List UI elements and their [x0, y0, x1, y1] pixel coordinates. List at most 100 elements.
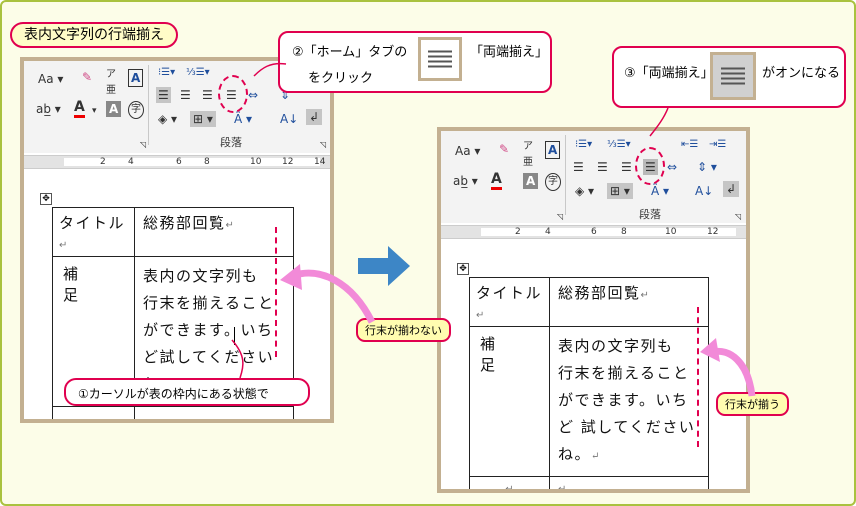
distributed-icon[interactable]: ⇔ — [667, 159, 677, 175]
step2-callout: ②「ホーム」タブの 「両端揃え」 をクリック — [278, 31, 552, 93]
table-cell[interactable]: 総務部回覧↵ — [134, 207, 294, 257]
borders-icon[interactable]: ⊞ ▾ — [190, 111, 216, 127]
align-left-icon[interactable]: ☰ — [573, 159, 584, 175]
table-cell[interactable]: 表内の文字列も 行末を揃えること ができます。いち ど 試してください ね。↵ — [549, 326, 709, 477]
asian-layout-icon[interactable]: Ä ▾ — [234, 111, 252, 127]
sort-icon[interactable]: A↓ — [280, 111, 298, 127]
enclosed-character-icon[interactable]: 字 — [128, 101, 144, 119]
ruler-number: 6 — [176, 157, 182, 167]
before-screenshot: Aa ▾ ✎ ア亜 A ab̲ ▾ A ▾ A 字 ⁝☰▾ ⅓☰▾ ☰ ☰ ☰ … — [20, 57, 334, 423]
font-color-icon[interactable]: A — [491, 171, 502, 190]
borders-icon[interactable]: ⊞ ▾ — [607, 183, 633, 199]
align-center-icon[interactable]: ☰ — [180, 87, 191, 103]
table-cell[interactable]: 補 足 — [469, 326, 550, 477]
justify-highlight-circle — [218, 75, 248, 113]
highlight-icon[interactable]: ab̲ ▾ — [36, 101, 61, 117]
body-line: 表内の文字列も — [143, 267, 259, 285]
show-marks-icon[interactable]: ↲ — [306, 109, 323, 125]
phonetic-guide-icon[interactable]: ア亜 — [523, 139, 533, 171]
font-size-dropdown[interactable]: Aa ▾ — [38, 71, 63, 87]
aligned-edge-dashed-line — [697, 307, 699, 447]
numbering-icon[interactable]: ⅓☰▾ — [186, 65, 210, 81]
table-row: 補 足 表内の文字列も 行末を揃えること ができます。いち ど 試してください … — [469, 326, 709, 477]
table-row: タイトル↵ 総務部回覧↵ — [469, 277, 709, 327]
bullets-icon[interactable]: ⁝☰▾ — [158, 65, 175, 81]
table-cell[interactable]: タイトル↵ — [52, 207, 135, 257]
increase-indent-icon[interactable]: ⇥☰ — [709, 137, 726, 153]
align-left-icon[interactable]: ☰ — [156, 87, 171, 103]
phonetic-guide-icon[interactable]: ア亜 — [106, 67, 116, 99]
align-right-icon[interactable]: ☰ — [202, 87, 213, 103]
table-cell[interactable] — [134, 406, 294, 419]
step2-suffix: 「両端揃え」 — [470, 45, 549, 60]
distributed-icon[interactable]: ⇔ — [248, 87, 258, 103]
table-cell[interactable]: ↵ — [549, 476, 709, 489]
clear-format-icon[interactable]: ✎ — [499, 141, 509, 157]
character-shading-icon[interactable]: A — [106, 101, 122, 117]
ruler-number: 2 — [515, 227, 521, 237]
font-color-icon[interactable]: A — [74, 99, 85, 118]
body-line: ができます。いち — [143, 321, 274, 339]
align-center-icon[interactable]: ☰ — [597, 159, 608, 175]
table-cell[interactable]: タイトル↵ — [469, 277, 550, 327]
shading-icon[interactable]: ◈ ▾ — [575, 183, 594, 199]
justify-button-image-active — [710, 52, 756, 100]
font-size-dropdown[interactable]: Aa ▾ — [455, 143, 480, 159]
document-area[interactable]: ✥ タイトル↵ 総務部回覧↵ 補 足 表内の文字列も 行末を揃えること ができま… — [441, 241, 746, 489]
clear-format-icon[interactable]: ✎ — [82, 69, 92, 85]
body-line: 表内の文字列も — [558, 337, 674, 355]
table-move-handle-icon[interactable]: ✥ — [40, 193, 52, 205]
table[interactable]: タイトル↵ 総務部回覧↵ 補 足 表内の文字列も 行末を揃えること ができます。… — [469, 277, 709, 489]
ruler-number: 2 — [100, 157, 106, 167]
shading-icon[interactable]: ◈ ▾ — [158, 111, 177, 127]
horizontal-ruler[interactable]: 2 4 6 8 10 12 14 — [24, 155, 330, 169]
step2-text: ②「ホーム」タブの — [292, 45, 408, 60]
align-right-icon[interactable]: ☰ — [621, 159, 632, 175]
character-border-icon[interactable]: A — [545, 141, 561, 159]
step3-callout: ③「両端揃え」 がオンになる — [612, 46, 846, 108]
highlight-icon[interactable]: ab̲ ▾ — [453, 173, 478, 189]
justify-button-image — [418, 37, 462, 81]
body-line: ど試してください — [143, 348, 275, 366]
ruler-number: 4 — [128, 157, 134, 167]
dialog-launcher-icon[interactable]: ◹ — [735, 209, 741, 225]
bullets-icon[interactable]: ⁝☰▾ — [575, 137, 592, 153]
body-line: 行末を揃えること — [143, 294, 275, 312]
not-aligned-tag: 行末が揃わない — [356, 318, 451, 342]
dialog-launcher-icon[interactable]: ◹ — [557, 209, 563, 225]
ruler-number: 14 — [314, 157, 326, 167]
enclosed-character-icon[interactable]: 字 — [545, 173, 561, 191]
table-move-handle-icon[interactable]: ✥ — [457, 263, 469, 275]
line-spacing-icon[interactable]: ⇕ ▾ — [697, 159, 717, 175]
after-screenshot: Aa ▾ ✎ ア亜 A ab̲ ▾ A A 字 ⁝☰▾ ⅓☰▾ ⇤☰ ⇥☰ ☰ … — [437, 127, 750, 493]
ribbon-separator — [148, 65, 149, 145]
text-cursor — [234, 327, 235, 345]
step3-suffix: がオンになる — [762, 66, 841, 81]
ruler-number: 4 — [545, 227, 551, 237]
table-cell[interactable] — [52, 406, 135, 419]
dialog-launcher-icon[interactable]: ◹ — [140, 137, 146, 153]
font-color-dropdown-icon[interactable]: ▾ — [92, 103, 97, 119]
horizontal-ruler[interactable]: 2 4 6 8 10 12 — [441, 225, 746, 239]
ribbon: Aa ▾ ✎ ア亜 A ab̲ ▾ A A 字 ⁝☰▾ ⅓☰▾ ⇤☰ ⇥☰ ☰ … — [441, 131, 746, 223]
sort-icon[interactable]: A↓ — [695, 183, 713, 199]
table-row: タイトル↵ 総務部回覧↵ — [52, 207, 294, 257]
ruler-number: 10 — [665, 227, 677, 237]
body-line: ができます。いち — [558, 391, 689, 409]
body-line: 行末を揃えること — [558, 364, 690, 382]
paragraph-group-label: 段落 — [639, 208, 661, 221]
table-row: ↵ ↵ — [469, 476, 709, 489]
table-cell[interactable]: 総務部回覧↵ — [549, 277, 709, 327]
character-shading-icon[interactable]: A — [523, 173, 539, 189]
numbering-icon[interactable]: ⅓☰▾ — [607, 137, 631, 153]
character-border-icon[interactable]: A — [128, 69, 144, 87]
ruler-number: 6 — [591, 227, 597, 237]
table-cell[interactable]: ↵ — [469, 476, 550, 489]
ruler-number: 8 — [204, 157, 210, 167]
decrease-indent-icon[interactable]: ⇤☰ — [681, 137, 698, 153]
body-line: ね。↵ — [558, 445, 601, 463]
dialog-launcher-icon[interactable]: ◹ — [320, 137, 326, 153]
show-marks-icon[interactable]: ↲ — [723, 181, 740, 197]
asian-layout-icon[interactable]: Ä ▾ — [651, 183, 669, 199]
ragged-edge-dashed-line — [275, 227, 277, 357]
